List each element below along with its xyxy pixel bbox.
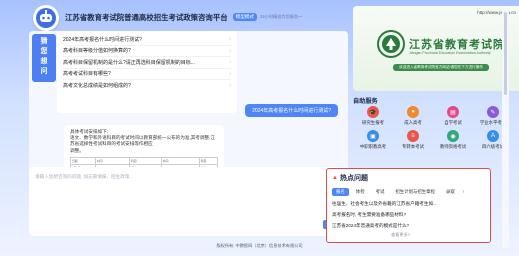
hot-questions-title: ▲ 热点问题 — [332, 173, 485, 183]
hot-tabs: 报名 体检 考试 招生计划与招生章程 录取 › — [332, 188, 485, 196]
service-label: 四六级考试 — [482, 144, 504, 149]
exam-authority-banner[interactable]: http://www.jseea.cn 江苏省教育考试院 Jiangsu Pro… — [353, 6, 519, 91]
chevron-right-icon: › — [229, 47, 231, 54]
faq-item[interactable]: 高考考试科目有哪些? › — [63, 69, 231, 80]
banner-subtitle: Jiangsu Provincial Education Examination… — [409, 51, 491, 55]
faq-item-text: 2024年高考报名什么时间进行测试? — [63, 36, 142, 43]
chevron-right-icon: › — [229, 36, 231, 43]
faq-item[interactable]: 2024年高考报名什么时间进行测试? › — [63, 34, 231, 46]
service-label: 成人高考 — [404, 120, 422, 125]
robot-avatar-icon — [33, 5, 59, 31]
question-input[interactable]: 请输入您想咨询的问题, 如志愿填报、招生政策… 发送 — [29, 167, 348, 236]
tab-registration[interactable]: 报名 — [332, 188, 349, 196]
faq-item-text: 高考科目等级分值如何换算的? — [63, 48, 131, 55]
tab-exam[interactable]: 考试 — [372, 188, 389, 196]
faq-item-text: 高考科目保留机制的是什么?请正再选科目保留机制的目标... — [63, 59, 195, 66]
faq-side-label: 猜 您 想 问 — [32, 34, 56, 82]
language-icon: A — [487, 130, 499, 142]
chevron-right-icon: › — [229, 59, 231, 66]
faq-item-text: 高考文化总成绩是如何组成的? — [63, 83, 131, 90]
service-teacher[interactable]: ◉ 教师资格考试 — [433, 130, 473, 150]
view-more-link[interactable]: 查看更多> — [391, 232, 410, 238]
service-transfer[interactable]: ≡ 专转本考试 — [393, 130, 433, 150]
hot-question[interactable]: 往届生、社会考生以及外省籍的江苏省户籍考生如... — [332, 201, 485, 207]
document-icon: ≡ — [407, 130, 419, 142]
hot-question[interactable]: 高考报名时, 考生需要准备哪些材料? — [332, 212, 485, 218]
tab-enrollment-plan[interactable]: 招生计划与招生章程 — [391, 188, 439, 196]
chevron-right-icon: › — [229, 82, 231, 89]
banner-strip: 欢迎进入省教育考试院官方网站!请您在下方进行操作 — [393, 64, 489, 71]
service-label: 自学考试 — [444, 120, 462, 125]
scrollbar-thumb[interactable] — [504, 12, 507, 95]
faq-side-char: 您 — [40, 48, 48, 55]
faq-list: 2024年高考报名什么时间进行测试? › 高考科目等级分值如何换算的? › 高考科目… — [57, 31, 237, 113]
service-label: 专转本考试 — [402, 144, 424, 149]
faq-item[interactable]: 高考文化总成绩是如何组成的? › — [63, 80, 231, 92]
input-placeholder: 请输入您想咨询的问题, 如志愿填报、招生政策… — [35, 174, 135, 179]
user-message-bubble: 2024年高考报名什么时间进行测试? — [245, 104, 338, 117]
banner-url: http://www.jseea.cn — [477, 10, 516, 15]
clipboard-icon: ✎ — [487, 106, 499, 118]
tab-admission[interactable]: 录取 — [442, 188, 459, 196]
graduation-cap-icon: 🎓 — [367, 106, 379, 118]
chevron-right-icon[interactable]: › — [463, 189, 465, 195]
table-cell: 科目 — [129, 156, 162, 166]
table-cell: 日期 — [70, 156, 96, 166]
user-icon: ● — [407, 106, 419, 118]
ai-response-line: 语文、数学和外语科目的考试时间以教育部统一公布的为准,其考调整,江苏省选择性考试… — [70, 135, 215, 147]
service-label: 中职职教高考 — [359, 144, 387, 149]
ai-response-line: 调整。 — [70, 147, 84, 153]
faq-item[interactable]: 高考科目保留机制的是什么?请正再选科目保留机制的目标... › — [63, 57, 231, 69]
faq-side-char: 想 — [40, 58, 48, 65]
page-title: 江苏省教育考试院普通高校招生考试政策咨询平台 — [65, 12, 228, 22]
chevron-right-icon: › — [229, 70, 231, 77]
book-icon: ▤ — [447, 106, 459, 118]
tab-medical-exam[interactable]: 体检 — [352, 188, 369, 196]
faq-side-char: 猜 — [40, 38, 48, 45]
mode-description: 24小时精准为您服务～ — [260, 14, 303, 19]
hot-questions-panel: ▲ 热点问题 报名 体检 考试 招生计划与招生章程 录取 › 往届生、社会考生以… — [326, 168, 491, 243]
faq-side-char: 问 — [40, 68, 48, 75]
service-adult[interactable]: ● 成人高考 — [393, 106, 433, 126]
briefcase-icon: ▣ — [367, 130, 379, 142]
table-row: 日期 时间 科目 时间 科目 — [70, 156, 219, 166]
exam-authority-logo-icon — [377, 30, 405, 60]
self-service-title: 自助服务 — [353, 98, 378, 105]
table-cell: 时间 — [94, 156, 131, 166]
footer-copyright: 版权所有: 中教智网（北京）信息技术有限公司 — [216, 243, 303, 248]
table-cell: 科目 — [198, 156, 219, 166]
table-cell: 时间 — [160, 156, 200, 166]
fire-icon: ▲ — [332, 175, 338, 181]
hot-question[interactable]: 江苏省2024年普通高考的模式是什么? — [332, 223, 485, 229]
self-service-grid: 🎓 研究生报考 ● 成人高考 ▤ 自学考试 ✎ 学业水平考试 ▣ 中职职教高考 ≡ 专转本考… — [353, 106, 513, 150]
teacher-icon: ◉ — [447, 130, 459, 142]
faq-item-text: 高考考试科目有哪些? — [63, 71, 111, 78]
service-label: 研究生报考 — [362, 120, 384, 125]
service-label: 教师资格考试 — [439, 144, 467, 149]
service-vocational[interactable]: ▣ 中职职教高考 — [353, 130, 393, 150]
faq-item[interactable]: 高考科目等级分值如何换算的? › — [63, 46, 231, 57]
service-self-study[interactable]: ▤ 自学考试 — [433, 106, 473, 126]
banner-title: 江苏省教育考试院 — [409, 39, 505, 51]
hot-questions-title-text: 热点问题 — [339, 175, 368, 182]
service-graduate[interactable]: 🎓 研究生报考 — [353, 106, 393, 126]
mode-badge[interactable]: 模型模式 — [232, 13, 257, 21]
